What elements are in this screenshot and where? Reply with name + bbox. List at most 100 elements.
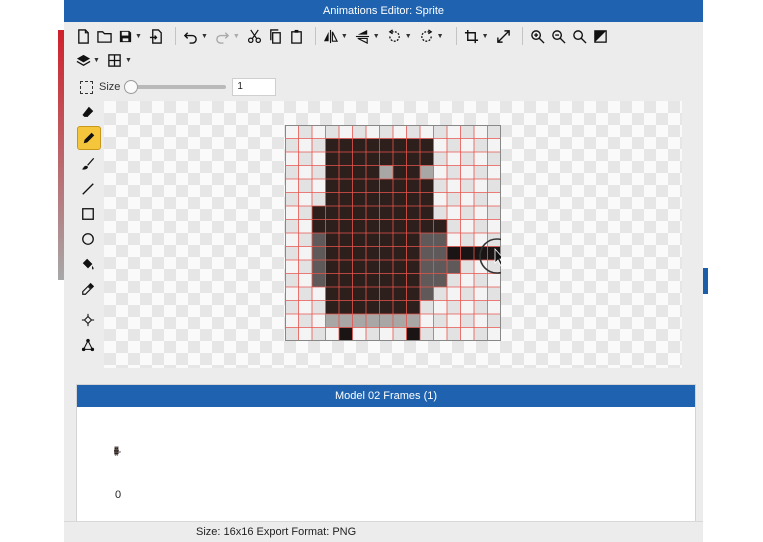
transparent-pixel[interactable]: [460, 327, 475, 342]
transparent-pixel[interactable]: [487, 192, 502, 207]
transparent-pixel[interactable]: [312, 179, 326, 193]
new-file-icon[interactable]: [74, 27, 92, 45]
painted-pixel[interactable]: [325, 152, 340, 166]
transparent-pixel[interactable]: [406, 125, 421, 139]
transparent-pixel[interactable]: [460, 287, 475, 301]
transparent-pixel[interactable]: [366, 327, 380, 342]
zoom-out-icon[interactable]: [550, 27, 568, 45]
transparent-pixel[interactable]: [298, 327, 313, 342]
transparent-pixel[interactable]: [420, 125, 434, 139]
transparent-pixel[interactable]: [298, 125, 313, 139]
painted-pixel[interactable]: [379, 192, 394, 207]
transparent-pixel[interactable]: [312, 152, 326, 166]
transparent-pixel[interactable]: [447, 138, 461, 153]
painted-pixel[interactable]: [406, 273, 421, 288]
painted-pixel[interactable]: [420, 287, 434, 301]
painted-pixel[interactable]: [339, 206, 353, 220]
resize-icon[interactable]: [495, 27, 513, 45]
painted-pixel[interactable]: [460, 246, 475, 261]
painted-pixel[interactable]: [325, 206, 340, 220]
painted-pixel[interactable]: [379, 219, 394, 234]
transparent-pixel[interactable]: [285, 246, 299, 261]
transparent-pixel[interactable]: [474, 152, 488, 166]
painted-pixel[interactable]: [433, 233, 448, 247]
size-input[interactable]: 1: [232, 78, 277, 96]
transparent-pixel[interactable]: [447, 233, 461, 247]
transparent-pixel[interactable]: [460, 314, 475, 328]
transparent-pixel[interactable]: [447, 314, 461, 328]
painted-pixel[interactable]: [366, 246, 380, 261]
painted-pixel[interactable]: [312, 219, 326, 234]
transparent-pixel[interactable]: [474, 192, 488, 207]
transparent-pixel[interactable]: [487, 138, 502, 153]
painted-pixel[interactable]: [325, 246, 340, 261]
transparent-pixel[interactable]: [312, 287, 326, 301]
painted-pixel[interactable]: [366, 206, 380, 220]
transparent-pixel[interactable]: [393, 125, 407, 139]
crosshair-icon[interactable]: [77, 309, 99, 331]
transparent-pixel[interactable]: [298, 138, 313, 153]
painted-pixel[interactable]: [379, 246, 394, 261]
transparent-pixel[interactable]: [487, 327, 502, 342]
painted-pixel[interactable]: [339, 246, 353, 261]
transparent-pixel[interactable]: [474, 125, 488, 139]
transparent-pixel[interactable]: [285, 300, 299, 315]
transparent-pixel[interactable]: [312, 327, 326, 342]
transparent-pixel[interactable]: [487, 314, 502, 328]
transparent-pixel[interactable]: [312, 138, 326, 153]
flip-horizontal-icon[interactable]: [322, 27, 340, 45]
transparent-pixel[interactable]: [393, 327, 407, 342]
painted-pixel[interactable]: [352, 273, 367, 288]
painted-pixel[interactable]: [406, 233, 421, 247]
transparent-pixel[interactable]: [487, 273, 502, 288]
transparent-pixel[interactable]: [298, 206, 313, 220]
copy-icon[interactable]: [267, 27, 285, 45]
transparent-pixel[interactable]: [487, 219, 502, 234]
painted-pixel[interactable]: [366, 314, 380, 328]
painted-pixel[interactable]: [379, 260, 394, 274]
painted-pixel[interactable]: [366, 152, 380, 166]
eyedropper-icon[interactable]: [77, 278, 99, 300]
transparent-pixel[interactable]: [312, 314, 326, 328]
transparent-pixel[interactable]: [285, 327, 299, 342]
painted-pixel[interactable]: [406, 287, 421, 301]
transparent-pixel[interactable]: [447, 206, 461, 220]
painted-pixel[interactable]: [379, 273, 394, 288]
save-icon[interactable]: [116, 27, 134, 45]
painted-pixel[interactable]: [312, 260, 326, 274]
painted-pixel[interactable]: [379, 233, 394, 247]
painted-pixel[interactable]: [406, 179, 421, 193]
size-slider[interactable]: [124, 80, 227, 94]
painted-pixel[interactable]: [393, 273, 407, 288]
painted-pixel[interactable]: [352, 260, 367, 274]
chevron-down-icon[interactable]: ▼: [373, 33, 380, 40]
pencil-icon[interactable]: [77, 126, 101, 150]
transparent-pixel[interactable]: [433, 327, 448, 342]
transparent-pixel[interactable]: [474, 206, 488, 220]
transparent-pixel[interactable]: [474, 273, 488, 288]
transparent-pixel[interactable]: [339, 125, 353, 139]
painted-pixel[interactable]: [339, 287, 353, 301]
painted-pixel[interactable]: [420, 273, 434, 288]
transparent-pixel[interactable]: [447, 179, 461, 193]
painted-pixel[interactable]: [312, 273, 326, 288]
chevron-down-icon[interactable]: ▼: [482, 33, 489, 40]
painted-pixel[interactable]: [379, 287, 394, 301]
transparent-pixel[interactable]: [298, 152, 313, 166]
painted-pixel[interactable]: [352, 165, 367, 180]
flip-vertical-icon[interactable]: [354, 27, 372, 45]
transparent-pixel[interactable]: [420, 300, 434, 315]
painted-pixel[interactable]: [352, 246, 367, 261]
transparent-pixel[interactable]: [285, 165, 299, 180]
painted-pixel[interactable]: [312, 206, 326, 220]
painted-pixel[interactable]: [420, 206, 434, 220]
transparent-pixel[interactable]: [487, 125, 502, 139]
painted-pixel[interactable]: [379, 165, 394, 180]
painted-pixel[interactable]: [325, 165, 340, 180]
painted-pixel[interactable]: [325, 300, 340, 315]
transparent-pixel[interactable]: [460, 233, 475, 247]
transparent-pixel[interactable]: [487, 287, 502, 301]
transparent-pixel[interactable]: [298, 246, 313, 261]
transparent-pixel[interactable]: [460, 273, 475, 288]
ellipse-icon[interactable]: [77, 228, 99, 250]
